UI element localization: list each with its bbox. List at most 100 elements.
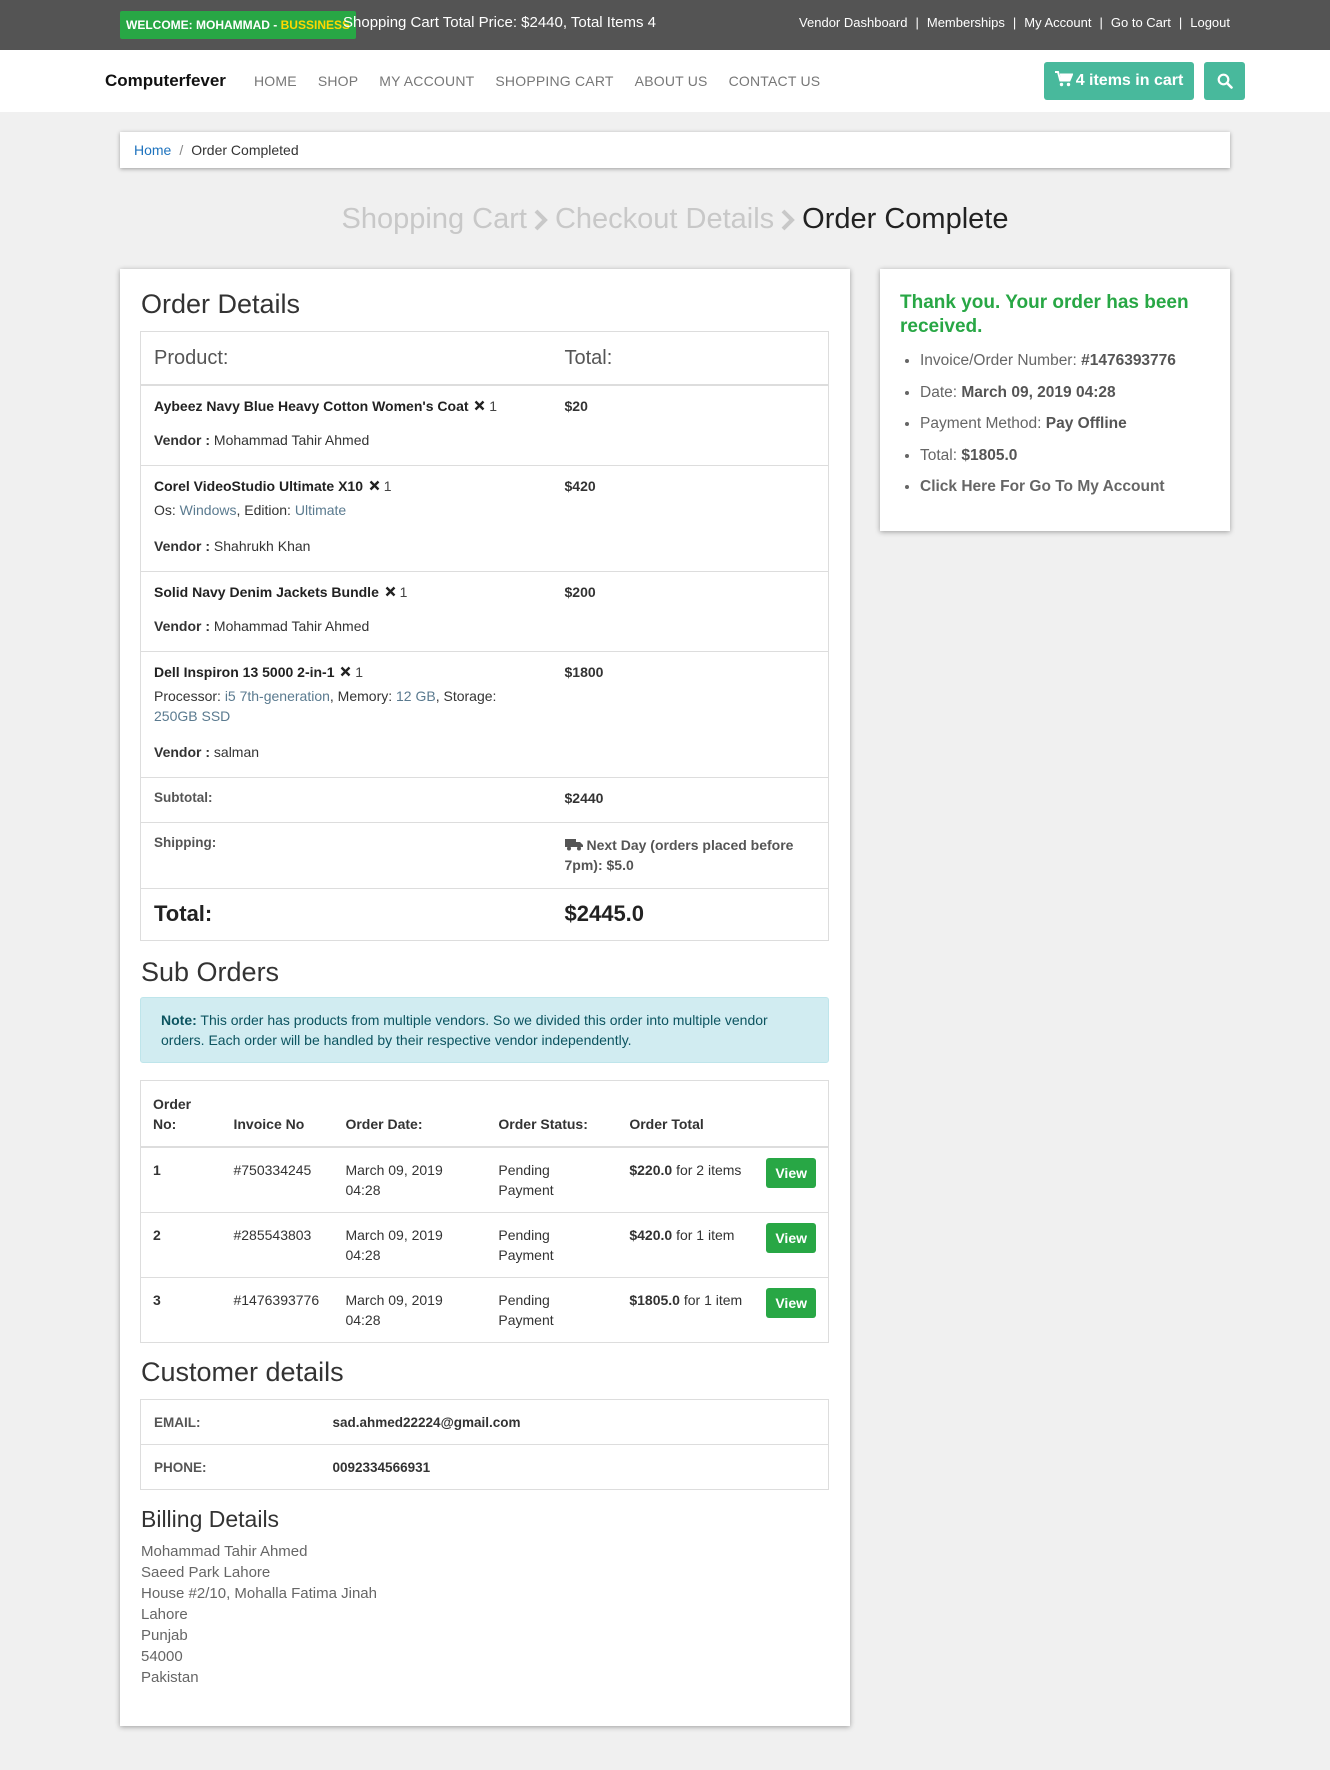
- cart-summary-text: Shopping Cart Total Price: $2440, Total …: [343, 14, 656, 31]
- order-details-card: Order Details Product: Total: Aybeez Nav…: [120, 269, 850, 1726]
- nav-shop[interactable]: SHOP: [318, 73, 358, 89]
- order-table: Product: Total: Aybeez Navy Blue Heavy C…: [140, 331, 829, 941]
- breadcrumb-separator: /: [179, 142, 184, 158]
- nav-contact-us[interactable]: CONTACT US: [729, 73, 821, 89]
- vendor-line: Vendor : Shahrukh Khan: [154, 538, 539, 554]
- link-go-to-cart[interactable]: Go to Cart: [1111, 15, 1171, 30]
- subtotal-row: Subtotal: $2440: [140, 776, 829, 822]
- product-name[interactable]: Corel VideoStudio Ultimate X10: [154, 478, 363, 494]
- product-name[interactable]: Aybeez Navy Blue Heavy Cotton Women's Co…: [154, 398, 469, 414]
- line-total: $1800: [551, 650, 829, 777]
- summary-total-label: Total:: [920, 446, 958, 464]
- table-row: 3 #1476393776 March 09, 2019 04:28 Pendi…: [140, 1276, 829, 1342]
- navbar: Computerfever HOME SHOP MY ACCOUNT SHOPP…: [0, 50, 1330, 112]
- product-attributes: Processor: i5 7th-generation, Memory: 12…: [154, 687, 497, 724]
- subtotal-label: Subtotal:: [140, 776, 552, 822]
- table-row: Aybeez Navy Blue Heavy Cotton Women's Co…: [140, 384, 829, 465]
- col-order-date: Order Date:: [333, 1080, 487, 1148]
- col-order-status: Order Status:: [486, 1080, 618, 1148]
- times-icon: [475, 400, 485, 411]
- product-qty: 1: [355, 663, 364, 680]
- table-row: 2 #285543803 March 09, 2019 04:28 Pendin…: [140, 1211, 829, 1277]
- billing-line: Mohammad Tahir Ahmed: [141, 1543, 308, 1560]
- top-links: Vendor Dashboard | Memberships | My Account |…: [799, 15, 1230, 30]
- email-label: EMAIL:: [154, 1414, 201, 1430]
- sub-orders-note: Note: This order has products from multi…: [140, 997, 829, 1063]
- sub-order-status: Pending Payment: [486, 1276, 618, 1342]
- step-checkout-details[interactable]: Checkout Details: [555, 203, 774, 235]
- nav-my-account[interactable]: MY ACCOUNT: [379, 73, 474, 89]
- total-row: Total: $2445.0: [140, 887, 829, 940]
- attr-storage-value: 250GB SSD: [154, 707, 231, 724]
- sub-order-total: $1805.0: [629, 1291, 680, 1308]
- nav-menu: HOME SHOP MY ACCOUNT SHOPPING CART ABOUT…: [254, 73, 841, 89]
- breadcrumb-home[interactable]: Home: [134, 142, 171, 158]
- col-total: Total:: [551, 331, 829, 386]
- attr-storage-label: Storage:: [443, 687, 497, 704]
- summary-date: Date: March 09, 2019 04:28: [920, 377, 1176, 409]
- attr-os-value: Windows: [179, 501, 237, 518]
- product-name[interactable]: Dell Inspiron 13 5000 2-in-1: [154, 664, 335, 680]
- shipping-value: Next Day (orders placed before 7pm): $5.…: [564, 836, 794, 873]
- action-cell: View: [754, 1146, 829, 1212]
- times-icon: [385, 586, 396, 596]
- link-my-account[interactable]: My Account: [1024, 15, 1091, 30]
- col-order-no-label: Order No:: [153, 1095, 192, 1132]
- link-logout[interactable]: Logout: [1190, 15, 1230, 30]
- nav-shopping-cart[interactable]: SHOPPING CART: [495, 73, 613, 89]
- cart-icon: [1054, 71, 1074, 87]
- sub-order-total-cell: $420.0 for 1 item: [617, 1211, 755, 1277]
- line-total: $200: [551, 570, 829, 651]
- sub-order-total-cell: $1805.0 for 1 item: [617, 1276, 755, 1342]
- phone-value: 0092334566931: [319, 1444, 829, 1490]
- nav-about-us[interactable]: ABOUT US: [635, 73, 708, 89]
- breadcrumb: Home / Order Completed: [120, 132, 1230, 168]
- my-account-link[interactable]: Click Here For Go To My Account: [920, 471, 1176, 503]
- sub-order-status: Pending Payment: [486, 1211, 618, 1277]
- note-text: This order has products from multiple ve…: [161, 1012, 768, 1048]
- vendor-line: Vendor : Mohammad Tahir Ahmed: [154, 432, 539, 448]
- vendor-label: Vendor :: [154, 432, 211, 448]
- sub-orders-table: Order No: Invoice No Order Date: Order S…: [140, 1080, 829, 1343]
- nav-home[interactable]: HOME: [254, 73, 297, 89]
- total-label: Total:: [140, 887, 552, 940]
- top-bar: WELCOME: MOHAMMAD - BUSSINESS Shopping C…: [0, 0, 1330, 50]
- billing-line: Pakistan: [141, 1669, 199, 1686]
- product-attributes: Os: Windows, Edition: Ultimate: [154, 501, 347, 518]
- customer-details-heading: Customer details: [141, 1357, 344, 1387]
- vendor-name: salman: [213, 743, 260, 760]
- billing-line: 54000: [141, 1648, 183, 1665]
- search-button[interactable]: [1204, 62, 1245, 100]
- link-vendor-dashboard[interactable]: Vendor Dashboard: [799, 15, 907, 30]
- view-button[interactable]: View: [766, 1157, 816, 1188]
- cart-button[interactable]: 4 items in cart: [1044, 62, 1194, 100]
- sub-order-items: for 1 item: [676, 1226, 735, 1243]
- attr-memory-value: 12 GB: [396, 687, 436, 704]
- billing-line: Punjab: [141, 1627, 188, 1644]
- separator: |: [915, 15, 919, 30]
- view-button[interactable]: View: [766, 1287, 816, 1318]
- step-shopping-cart[interactable]: Shopping Cart: [342, 203, 527, 235]
- vendor-label: Vendor :: [154, 537, 211, 554]
- view-button[interactable]: View: [766, 1222, 816, 1253]
- order-summary-card: Thank you. Your order has been received.…: [880, 269, 1230, 531]
- sub-orders-header: Order No: Invoice No Order Date: Order S…: [140, 1080, 829, 1148]
- billing-line: Lahore: [141, 1606, 188, 1623]
- summary-date-label: Date:: [920, 383, 958, 401]
- email-value: sad.ahmed22224@gmail.com: [332, 1414, 521, 1430]
- summary-invoice: Invoice/Order Number: #1476393776: [920, 345, 1176, 377]
- separator: |: [1012, 15, 1017, 30]
- attr-edition-value: Ultimate: [294, 501, 347, 518]
- attr-processor-label: Processor:: [154, 687, 221, 704]
- link-memberships[interactable]: Memberships: [927, 15, 1005, 30]
- product-name[interactable]: Solid Navy Denim Jackets Bundle: [154, 584, 379, 600]
- chevron-right-icon: [781, 209, 795, 231]
- col-product: Product:: [140, 331, 552, 386]
- email-row: EMAIL: sad.ahmed22224@gmail.com: [141, 1400, 829, 1445]
- sub-order-date: March 09, 2019 04:28: [333, 1276, 487, 1342]
- sub-order-date: March 09, 2019 04:28: [333, 1146, 487, 1212]
- summary-date-value: March 09, 2019 04:28: [961, 383, 1116, 401]
- brand-logo[interactable]: Computerfever: [105, 71, 226, 91]
- billing-line: House #2/10, Mohalla Fatima Jinah: [141, 1585, 377, 1602]
- product-qty: 1: [399, 583, 408, 600]
